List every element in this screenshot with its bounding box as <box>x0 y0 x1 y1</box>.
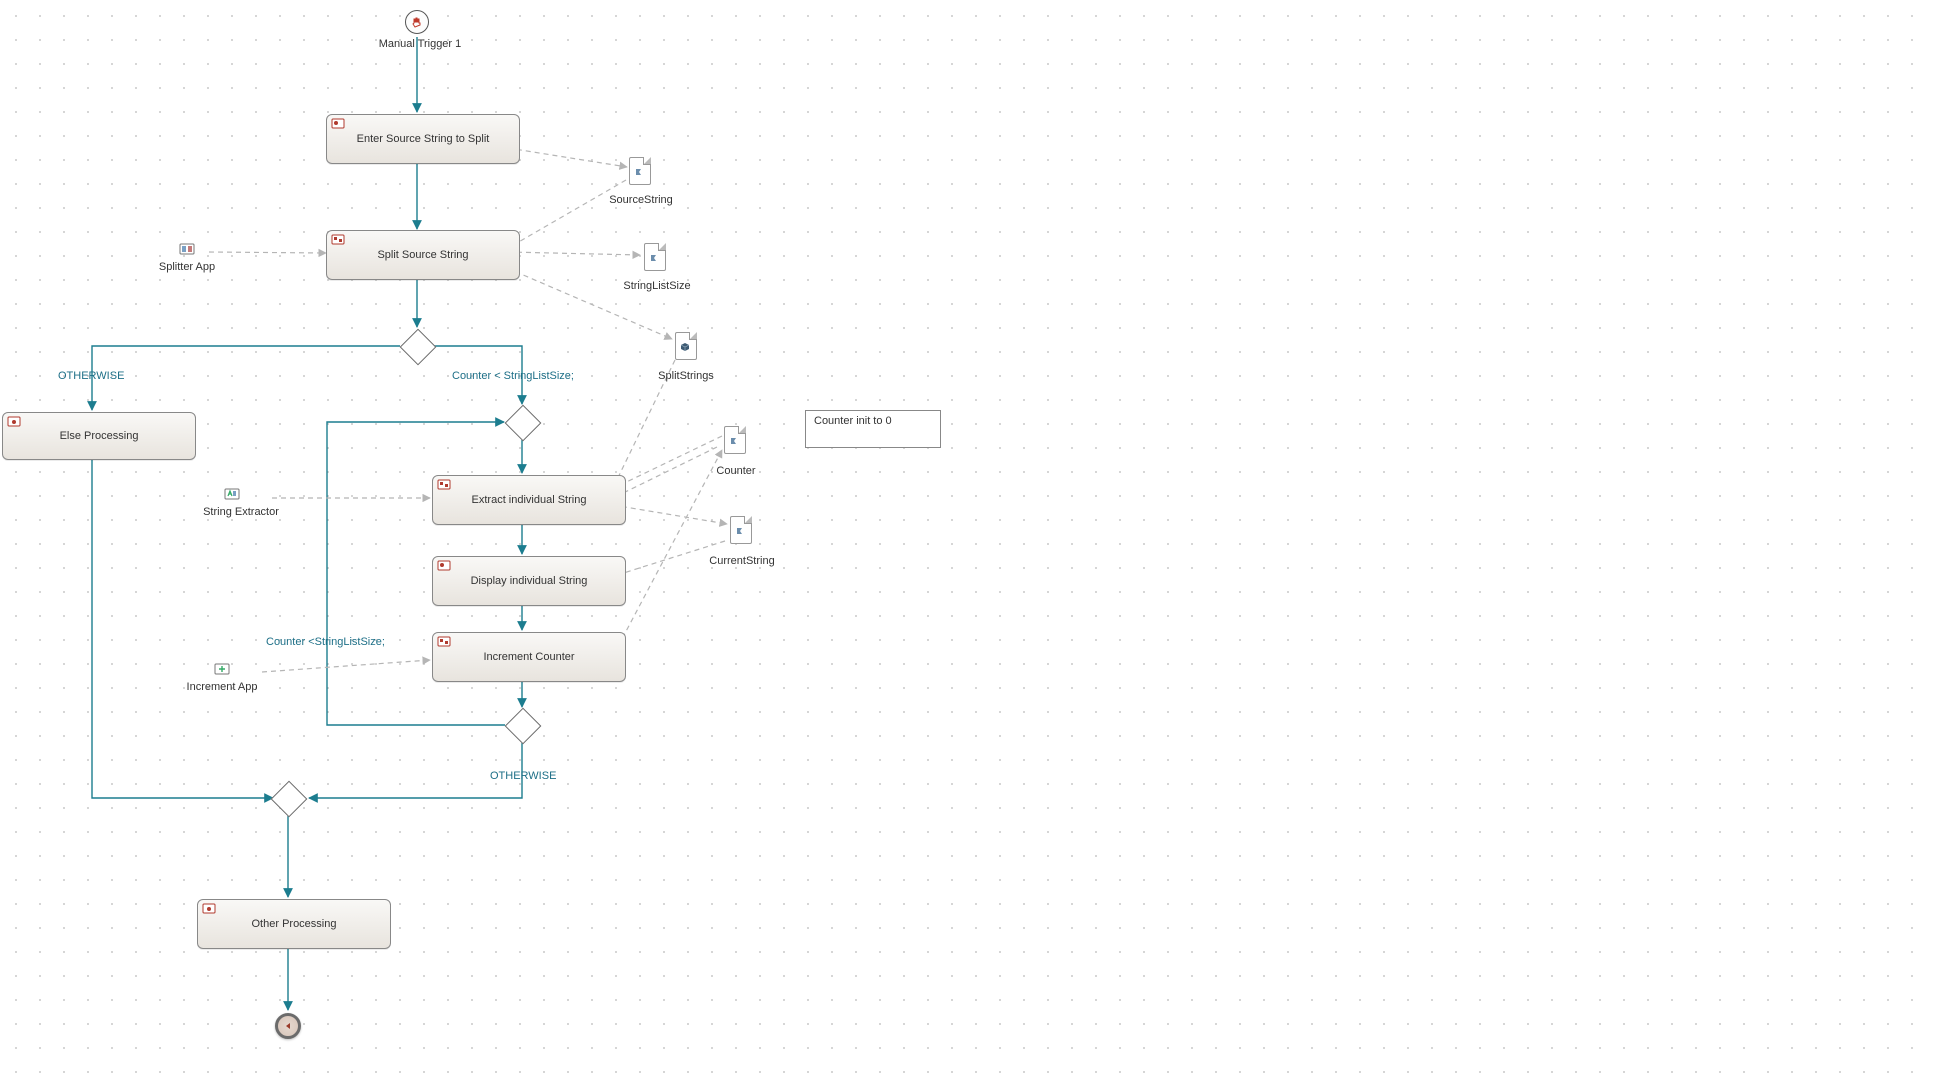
user-task-icon <box>437 560 451 572</box>
terminate-icon <box>283 1021 293 1031</box>
data-icon <box>634 167 644 177</box>
data-icon <box>735 526 745 536</box>
data-object-split-strings[interactable] <box>675 332 697 360</box>
task-extract-individual[interactable]: Extract individual String <box>432 475 626 525</box>
task-label: Increment Counter <box>483 651 574 663</box>
data-object-counter[interactable] <box>724 426 746 454</box>
task-increment-counter[interactable]: Increment Counter <box>432 632 626 682</box>
condition-otherwise-2: OTHERWISE <box>490 770 556 782</box>
app-splitter[interactable] <box>178 240 196 258</box>
condition-counter-lt-2: Counter <StringListSize; <box>266 636 385 648</box>
task-label: Split Source String <box>377 249 468 261</box>
service-task-icon <box>437 636 451 648</box>
task-label: Other Processing <box>252 918 337 930</box>
app-icon <box>214 661 230 677</box>
manual-trigger-event[interactable] <box>405 10 429 34</box>
data-object-label: CurrentString <box>700 555 784 567</box>
app-label: Splitter App <box>150 261 224 273</box>
data-object-label: StringListSize <box>614 280 700 292</box>
cube-icon <box>680 342 690 352</box>
app-string-extractor[interactable] <box>223 485 241 503</box>
task-display-individual[interactable]: Display individual String <box>432 556 626 606</box>
app-label: String Extractor <box>193 506 289 518</box>
service-task-icon <box>437 479 451 491</box>
task-label: Else Processing <box>60 430 139 442</box>
gateway-split-1[interactable] <box>400 329 437 366</box>
app-icon <box>224 486 240 502</box>
data-object-current-string[interactable] <box>730 516 752 544</box>
data-object-label: SplitStrings <box>650 370 722 382</box>
note-counter-init[interactable]: Counter init to 0 <box>805 410 941 448</box>
service-task-icon <box>7 416 21 428</box>
data-icon <box>729 436 739 446</box>
note-text: Counter init to 0 <box>814 415 892 427</box>
condition-otherwise-1: OTHERWISE <box>58 370 124 382</box>
app-increment[interactable] <box>213 660 231 678</box>
service-task-icon <box>331 234 345 246</box>
data-object-label: Counter <box>708 465 764 477</box>
task-enter-source[interactable]: Enter Source String to Split <box>326 114 520 164</box>
service-task-icon <box>202 903 216 915</box>
app-icon <box>179 241 195 257</box>
task-label: Display individual String <box>471 575 588 587</box>
diagram-canvas[interactable]: Manual Trigger 1 Enter Source String to … <box>0 0 1934 1092</box>
data-object-label: SourceString <box>600 194 682 206</box>
gateway-loop-exit[interactable] <box>505 708 542 745</box>
gateway-merge[interactable] <box>271 781 308 818</box>
app-label: Increment App <box>178 681 266 693</box>
data-icon <box>649 253 659 263</box>
user-task-icon <box>331 118 345 130</box>
data-object-string-list-size[interactable] <box>644 243 666 271</box>
data-object-source-string[interactable] <box>629 157 651 185</box>
end-event[interactable] <box>275 1013 301 1039</box>
manual-trigger-label: Manual Trigger 1 <box>360 38 480 50</box>
task-label: Extract individual String <box>472 494 587 506</box>
task-label: Enter Source String to Split <box>357 133 490 145</box>
condition-counter-lt-1: Counter < StringListSize; <box>452 370 574 382</box>
task-else-processing[interactable]: Else Processing <box>2 412 196 460</box>
task-other-processing[interactable]: Other Processing <box>197 899 391 949</box>
task-split-source[interactable]: Split Source String <box>326 230 520 280</box>
gateway-loop-entry[interactable] <box>505 405 542 442</box>
hand-icon <box>411 16 423 28</box>
